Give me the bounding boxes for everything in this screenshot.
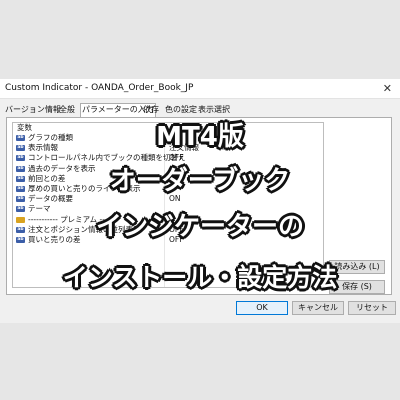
- overlay-title-line-4: インストール・設定方法: [62, 263, 338, 292]
- ok-button[interactable]: OK: [236, 301, 288, 315]
- overlay-title-line-3: インジケーターの: [95, 212, 304, 242]
- window-title: Custom Indicator - OANDA_Order_Book_JP: [5, 83, 194, 93]
- overlay-title-line-1: MT4版: [156, 122, 244, 152]
- cancel-button[interactable]: キャンセル: [292, 301, 344, 315]
- tab-version-info[interactable]: バージョン情報: [4, 104, 62, 116]
- param-type-icon: ab: [16, 196, 25, 203]
- overlay-title-line-2: オーダーブック: [109, 166, 291, 196]
- tab-general[interactable]: 全般: [58, 104, 76, 116]
- tab-dependencies[interactable]: 依存: [142, 104, 160, 116]
- tab-colors[interactable]: 色の設定: [164, 104, 198, 116]
- title-bar: Custom Indicator - OANDA_Order_Book_JP ✕: [0, 79, 400, 99]
- reset-button[interactable]: リセット: [348, 301, 396, 315]
- tab-visualization[interactable]: 表示選択: [197, 104, 231, 116]
- close-icon[interactable]: ✕: [383, 82, 392, 95]
